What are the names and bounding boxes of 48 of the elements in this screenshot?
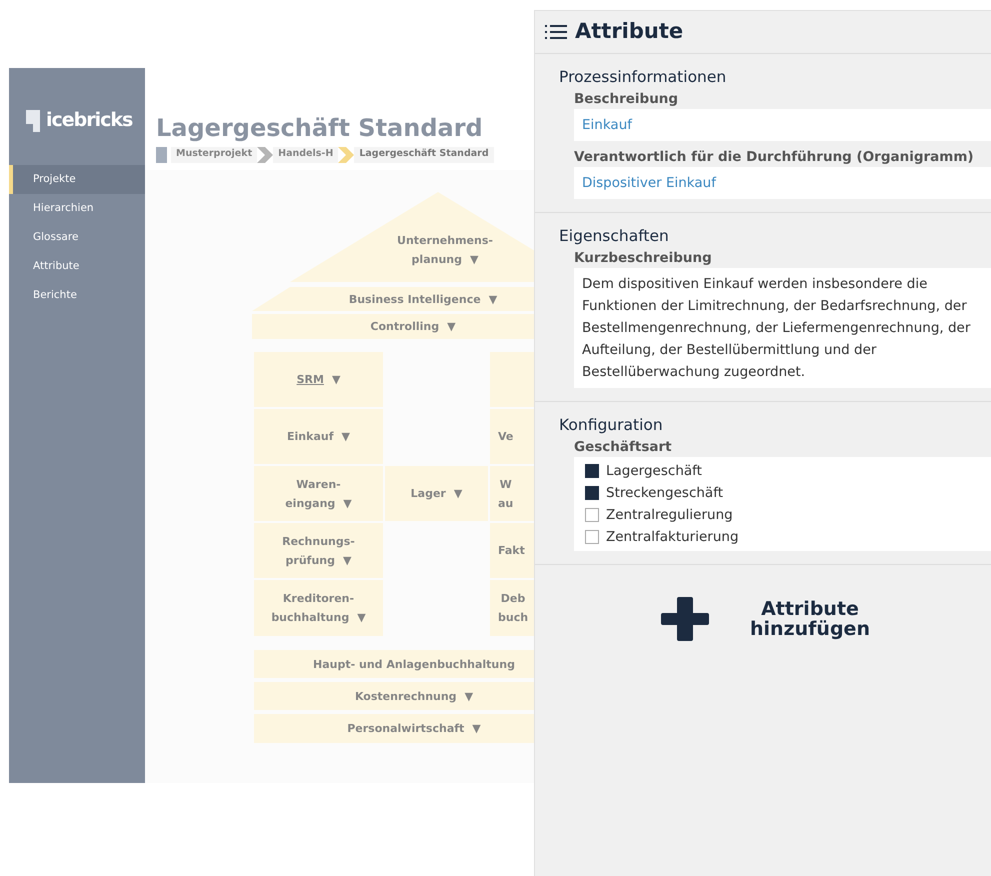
diagram-block[interactable]: Einkauf ▼ bbox=[254, 409, 383, 464]
page-title: Lagergeschäft Standard bbox=[156, 113, 484, 144]
field-label: Kurzbeschreibung bbox=[573, 249, 713, 268]
diagram-block[interactable]: Deb buch bbox=[490, 580, 534, 636]
diagram-block[interactable]: Lager ▼ bbox=[385, 466, 488, 521]
checkbox-label: Lagergeschäft bbox=[606, 462, 702, 481]
section-title: Konfiguration bbox=[559, 415, 664, 436]
checkbox[interactable] bbox=[585, 464, 599, 478]
checkbox-label: Zentralfakturierung bbox=[606, 528, 739, 547]
breadcrumb-link[interactable]: Musterprojekt bbox=[171, 146, 258, 162]
add-attribute-button[interactable]: Attribute hinzufügen bbox=[661, 595, 875, 643]
field-link[interactable]: Einkauf bbox=[582, 114, 632, 136]
diagram-band[interactable]: Business Intelligence ▼ bbox=[252, 287, 534, 311]
checkbox-label: Streckengeschäft bbox=[606, 484, 724, 503]
description-text: Dem dispositiven Einkauf werden insbesondere die Funktionen der Limitrechnung, der Bedarfsrechnung, der Bestellmengenrechnung, der Liefermengenrechnung, der Aufteilung, der Bestellübermittlung und der Bestellüberwachung zugeordnet. bbox=[582, 275, 972, 382]
diagram-band[interactable]: Kostenrechnung ▼ bbox=[254, 682, 534, 710]
section-title: Prozessinformationen bbox=[559, 67, 728, 88]
checkbox[interactable] bbox=[585, 508, 599, 522]
diagram-block[interactable]: SRM ▼ bbox=[254, 352, 383, 407]
diagram-band[interactable]: Controlling ▼ bbox=[252, 314, 534, 339]
breadcrumb-link[interactable]: Lagergeschäft Standard bbox=[354, 146, 494, 162]
breadcrumb-marker bbox=[156, 146, 167, 162]
list-icon bbox=[545, 24, 567, 40]
diagram-block[interactable]: Waren- eingang ▼ bbox=[254, 466, 383, 521]
nav-item[interactable]: Glossare bbox=[9, 223, 145, 252]
nav-item[interactable]: Berichte bbox=[9, 281, 145, 310]
diagram-block[interactable]: Rechnungs- prüfung ▼ bbox=[254, 523, 383, 578]
logo: icebricks bbox=[46, 108, 132, 134]
plus-icon bbox=[661, 595, 709, 643]
diagram-block[interactable] bbox=[490, 352, 534, 407]
section-title: Eigenschaften bbox=[559, 226, 670, 247]
diagram-band[interactable]: Personalwirtschaft ▼ bbox=[254, 714, 534, 743]
nav-item[interactable]: Attribute bbox=[9, 252, 145, 281]
diagram-block[interactable]: Fakt bbox=[490, 523, 534, 578]
checkbox-label: Zentralregulierung bbox=[606, 506, 733, 525]
panel-title: Attribute bbox=[575, 18, 684, 46]
diagram-band[interactable]: Haupt- und Anlagenbuchhaltung bbox=[254, 650, 534, 678]
diagram-block[interactable]: W au bbox=[490, 466, 534, 521]
checkbox[interactable] bbox=[585, 530, 599, 544]
field-label: Verantwortlich für die Durchführung (Organigramm) bbox=[573, 148, 975, 167]
nav-item[interactable]: Hierarchien bbox=[9, 194, 145, 223]
field-label: Beschreibung bbox=[573, 90, 680, 109]
diagram-block[interactable]: Ve bbox=[490, 409, 534, 464]
field-label: Geschäftsart bbox=[573, 438, 673, 457]
diagram-block[interactable]: Kreditoren- buchhaltung ▼ bbox=[254, 580, 383, 636]
breadcrumb-link[interactable]: Handels-H bbox=[273, 146, 338, 162]
checkbox[interactable] bbox=[585, 486, 599, 500]
nav-item[interactable]: Projekte bbox=[9, 165, 145, 194]
